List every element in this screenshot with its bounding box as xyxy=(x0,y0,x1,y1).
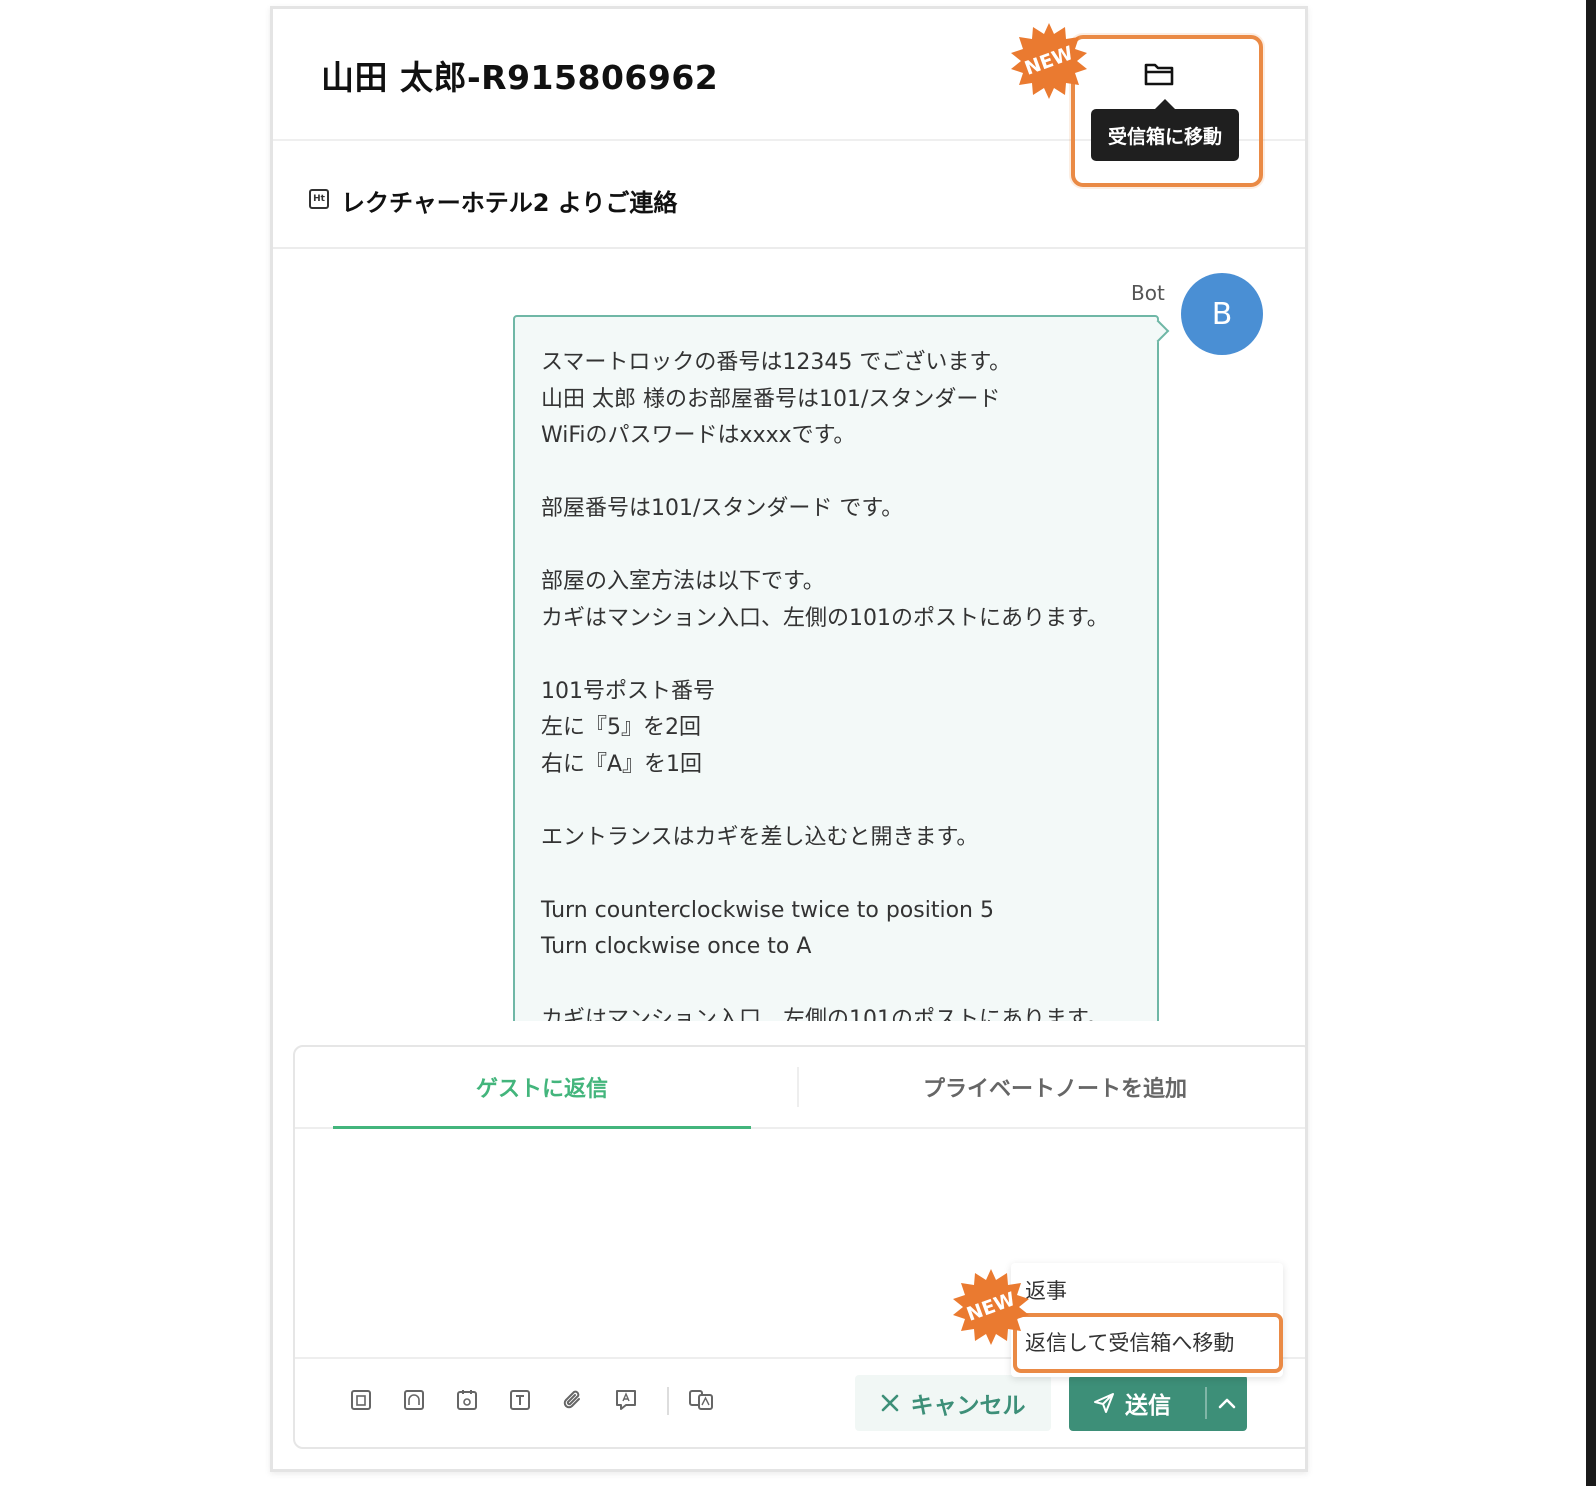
message-bubble: スマートロックの番号は12345 でございます。 山田 太郎 様のお部屋番号は1… xyxy=(513,315,1159,1021)
tab-reply-to-guest[interactable]: ゲストに返信 xyxy=(333,1047,751,1129)
avatar: B xyxy=(1181,273,1263,355)
send-button[interactable]: 送信 xyxy=(1069,1375,1247,1431)
send-main[interactable]: 送信 xyxy=(1069,1386,1205,1420)
message-line: 部屋の入室方法は以下です。 xyxy=(541,569,825,594)
close-icon xyxy=(881,1394,898,1412)
message-line: 右に『A』を1回 xyxy=(541,751,703,777)
cancel-label: キャンセル xyxy=(910,1393,1026,1419)
new-badge: NEW xyxy=(951,1267,1031,1347)
reservation-icon[interactable] xyxy=(400,1385,428,1415)
text-format-icon[interactable] xyxy=(506,1385,534,1415)
chat-area[interactable]: Bot B スマートロックの番号は12345 でございます。 山田 太郎 様のお… xyxy=(273,249,1305,1021)
message-line: カギはマンション入口、左側の101のポストにあります。 xyxy=(541,605,1109,631)
move-to-inbox-tooltip: 受信箱に移動 xyxy=(1091,99,1239,161)
attachment-icon[interactable] xyxy=(559,1385,587,1415)
hotel-icon: Ht xyxy=(309,189,329,209)
tab-divider xyxy=(797,1067,799,1107)
highlight-box xyxy=(1013,1313,1283,1373)
sender-name: Bot xyxy=(1131,281,1165,305)
move-to-inbox-button[interactable] xyxy=(1131,49,1187,99)
ai-message-icon[interactable] xyxy=(612,1385,640,1415)
calendar-icon[interactable] xyxy=(453,1385,481,1415)
message-line: 部屋番号は101/スタンダード です。 xyxy=(541,496,904,521)
guest-title: 山田 太郎-R915806962 xyxy=(321,58,719,97)
cancel-button[interactable]: キャンセル xyxy=(855,1375,1051,1431)
reply-tabs: ゲストに返信 プライベートノートを追加 xyxy=(295,1047,1305,1129)
reply-composer: ゲストに返信 プライベートノートを追加 キャンセル 送信 xyxy=(293,1045,1305,1449)
message-line: カギはマンション入口、左側の101のポストにあります。 xyxy=(541,1007,1109,1021)
message-line xyxy=(541,455,1131,492)
message-line xyxy=(541,637,1131,674)
send-label: 送信 xyxy=(1125,1393,1171,1419)
message-line: エントランスはカギを差し込むと開きます。 xyxy=(541,824,979,850)
folder-icon xyxy=(1144,63,1174,86)
chevron-up-icon xyxy=(1218,1398,1236,1409)
tab-private-note[interactable]: プライベートノートを追加 xyxy=(815,1047,1295,1127)
template-icon[interactable] xyxy=(347,1385,375,1415)
new-badge: NEW xyxy=(1009,21,1089,101)
send-options-toggle[interactable] xyxy=(1207,1397,1247,1409)
message-line: Turn clockwise once to A xyxy=(541,934,812,959)
message-line: WiFiのパスワードはxxxxです。 xyxy=(541,423,856,448)
toolbar-divider xyxy=(667,1387,669,1415)
hotel-label: レクチャーホテル2 よりご連絡 xyxy=(341,189,678,217)
translate-icon[interactable] xyxy=(687,1385,715,1415)
send-icon xyxy=(1094,1393,1114,1413)
message-line: Turn counterclockwise twice to position … xyxy=(541,897,994,923)
message-line: スマートロックの番号は12345 でございます。 xyxy=(541,350,1012,375)
message-line: 山田 太郎 様のお部屋番号は101/スタンダード xyxy=(541,386,1001,412)
message-line: 101号ポスト番号 xyxy=(541,678,715,704)
message-line xyxy=(541,856,1131,893)
message-line xyxy=(541,966,1131,1003)
conversation-panel: 山田 太郎-R915806962 Ht レクチャーホテル2 よりご連絡 受信箱に… xyxy=(270,6,1308,1472)
message-line xyxy=(541,783,1131,820)
screen-edge xyxy=(1586,0,1596,1486)
message-line: 左に『5』を2回 xyxy=(541,715,701,740)
message-line xyxy=(541,528,1131,565)
